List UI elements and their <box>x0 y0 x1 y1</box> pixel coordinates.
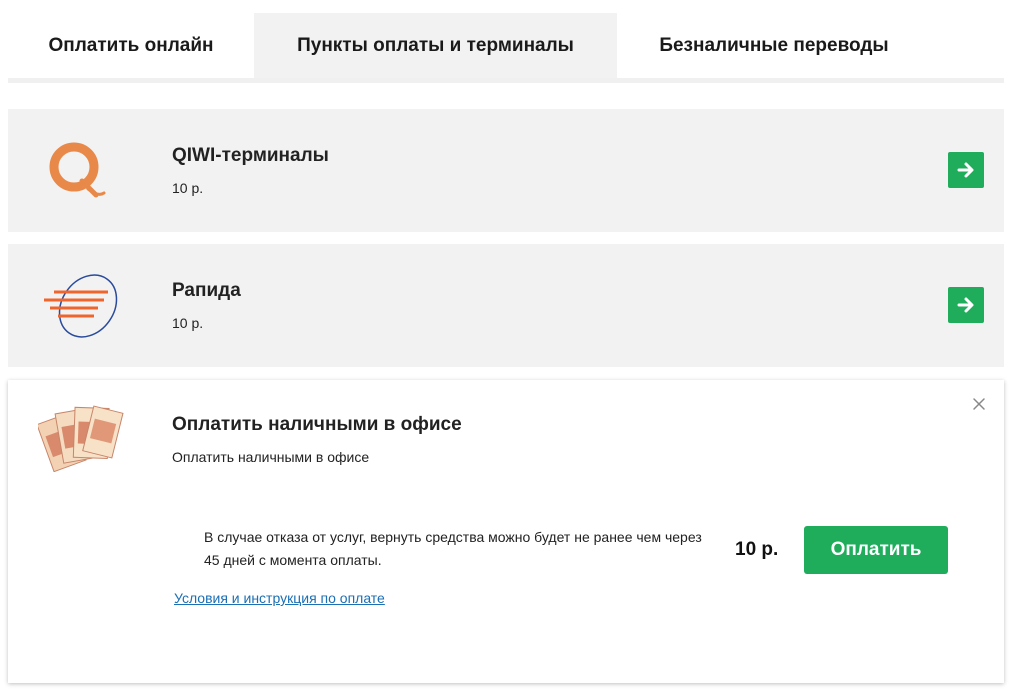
pay-button[interactable]: Оплатить <box>804 526 948 574</box>
arrow-right-icon <box>957 297 974 313</box>
method-card-rapida[interactable]: Рапида 10 р. <box>8 244 1004 367</box>
method-card-office-expanded: Оплатить наличными в офисе Оплатить нали… <box>8 380 1004 683</box>
office-subtitle: Оплатить наличными в офисе <box>172 449 370 465</box>
method-title: Рапида <box>172 280 241 301</box>
cash-banknotes-icon <box>36 402 124 473</box>
refund-notice: В случае отказа от услуг, вернуть средст… <box>204 529 702 568</box>
qiwi-logo-icon <box>38 135 118 207</box>
rapida-logo-icon <box>38 270 118 342</box>
payment-amount: 10 р. <box>735 539 779 560</box>
go-arrow-button[interactable] <box>948 287 984 323</box>
close-icon <box>973 398 985 410</box>
method-price: 10 р. <box>172 180 204 196</box>
method-card-qiwi[interactable]: QIWI-терминалы 10 р. <box>8 109 1004 232</box>
tab-pay-online[interactable]: Оплатить онлайн <box>8 13 254 79</box>
tab-bank-transfers[interactable]: Безналичные переводы <box>617 13 931 79</box>
go-arrow-button[interactable] <box>948 152 984 188</box>
close-button[interactable] <box>971 396 987 412</box>
method-title: QIWI-терминалы <box>172 145 329 166</box>
tabs-divider <box>8 78 1004 83</box>
payment-tabs: Оплатить онлайн Пункты оплаты и терминал… <box>8 13 1004 79</box>
office-title: Оплатить наличными в офисе <box>172 414 462 435</box>
terms-link[interactable]: Условия и инструкция по оплате <box>174 590 385 606</box>
arrow-right-icon <box>957 162 974 178</box>
method-price: 10 р. <box>172 315 204 331</box>
tab-payment-points[interactable]: Пункты оплаты и терминалы <box>254 13 617 79</box>
